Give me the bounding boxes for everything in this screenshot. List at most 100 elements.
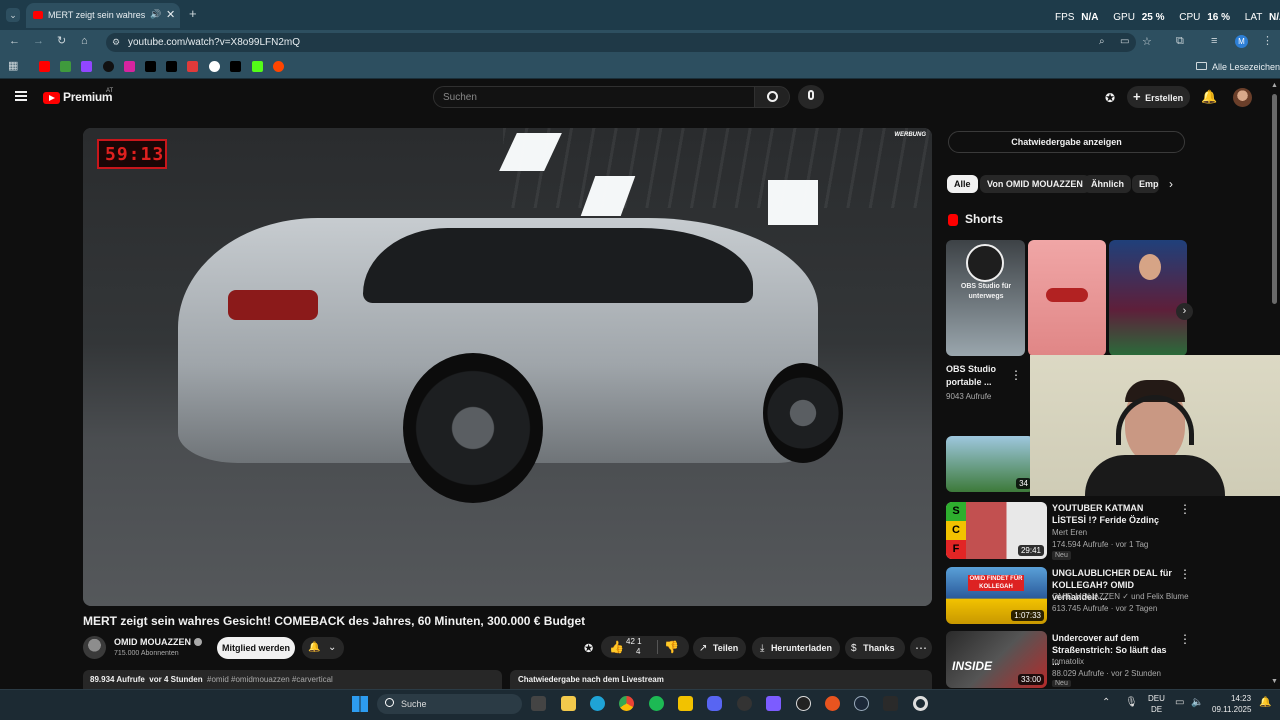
home-icon[interactable]: ⌂ [81,36,88,47]
site-info-icon[interactable]: ⚙ [112,37,120,48]
forward-icon[interactable]: → [33,36,44,47]
browser-tab[interactable]: MERT zeigt sein wahres Ge 🔊 ✕ [26,3,180,28]
file-explorer-icon[interactable] [561,696,576,711]
rec-channel[interactable]: Mert Eren [1052,528,1087,537]
zoom-icon[interactable]: ⌕ [1099,36,1105,47]
hamburger-menu-icon[interactable] [15,91,27,101]
download-button[interactable]: ⤓ Herunterladen [752,637,840,659]
dotted-bookmark-icon[interactable] [103,61,114,72]
apps-grid-icon[interactable]: ▦ [8,61,18,72]
x-bookmark-icon[interactable] [145,61,156,72]
video-thumbnail[interactable]: INSIDE 33:00 [946,631,1047,688]
rec-menu-icon[interactable]: ⋮ [1179,502,1191,516]
mic-tray-icon[interactable]: 🎙 [1125,697,1138,708]
rec-channel-name[interactable]: OMID MOUAZZEN [1052,592,1120,601]
account-avatar[interactable] [1233,88,1252,107]
speaker-icon[interactable]: 🔊 [150,9,161,20]
bookmark-icon-9[interactable] [209,61,220,72]
new-tab-icon[interactable]: + [189,7,197,20]
video-thumbnail-partial[interactable]: 34 [946,436,1034,492]
edge-icon[interactable] [590,696,605,711]
cast-icon[interactable]: ▭ [1120,36,1129,47]
tiktok-bookmark-icon[interactable] [230,61,241,72]
chip-similar[interactable]: Ähnlich [1084,175,1131,193]
app-icon-purple[interactable] [766,696,781,711]
dislike-icon[interactable]: 👎 [664,636,679,658]
short-thumbnail[interactable] [1109,240,1187,356]
notification-center-icon[interactable]: 🔔 [1259,697,1271,708]
channel-avatar[interactable] [83,636,106,659]
video-thumbnail[interactable]: S C F 29:41 [946,502,1047,559]
chat-replay-bottom-box[interactable]: Chatwiedergabe nach dem Livestream [510,670,932,689]
network-icon[interactable]: ▭ [1175,697,1184,708]
app-icon-ring[interactable] [913,696,928,711]
channel-name[interactable]: OMID MOUAZZEN [114,637,191,647]
bookmark-icon-7[interactable] [166,61,177,72]
video-player[interactable]: 59:13 WERBUNG [83,128,932,606]
task-view-icon[interactable] [531,696,546,711]
bookmark-icon-8[interactable] [187,61,198,72]
rec-channel-extra[interactable]: und Felix Blume [1131,592,1188,601]
scroll-down-icon[interactable]: ▼ [1271,678,1278,685]
rec-menu-icon[interactable]: ⋮ [1179,567,1191,581]
clock-date[interactable]: 09.11.2025 [1212,705,1251,714]
volume-icon[interactable]: 🔈 [1191,697,1203,708]
short-thumbnail[interactable] [1028,240,1106,356]
voice-search-button[interactable] [798,85,824,109]
twitch-bookmark-icon[interactable] [81,61,92,72]
chip-all[interactable]: Alle [947,175,978,193]
app-icon-orange[interactable] [825,696,840,711]
bookmark-star-icon[interactable]: ☆ [1142,35,1152,48]
page-scrollbar[interactable]: ▲ ▼ [1271,82,1278,689]
kick-bookmark-icon[interactable] [252,61,263,72]
all-bookmarks-link[interactable]: Alle Lesezeichen [1212,62,1280,72]
menu-dots-icon[interactable]: ⋮ [1262,36,1273,47]
chip-from-channel[interactable]: Von OMID MOUAZZEN [980,175,1090,193]
search-button[interactable] [754,86,790,108]
chip-recommended[interactable]: Emp [1132,175,1159,193]
shorts-next-icon[interactable]: › [1176,303,1193,320]
tray-chevron-icon[interactable]: ⌃ [1102,697,1110,708]
short-title[interactable]: OBS Studio portable ... [946,363,1001,389]
join-button[interactable]: Mitglied werden [217,637,295,659]
taskbar-search[interactable]: Suche [377,694,522,714]
spotify-icon[interactable] [649,696,664,711]
reading-list-icon[interactable]: ≡ [1211,36,1217,47]
notification-dropdown-button[interactable]: 🔔 ⌄ [302,637,344,659]
clock-time[interactable]: 14:23 [1231,694,1251,703]
video-thumbnail[interactable]: OMID FINDET FÜR KOLLEGAH 1:07:33 [946,567,1047,624]
like-icon[interactable]: 👍 [609,636,624,658]
instagram-bookmark-icon[interactable] [124,61,135,72]
notifications-bell-icon[interactable]: 🔔 [1201,89,1217,105]
hashtags[interactable]: #omid #omidmouazzen #carvertical [207,675,333,684]
chat-replay-button[interactable]: Chatwiedergabe anzeigen [948,131,1185,153]
epic-games-icon[interactable] [883,696,898,711]
address-bar[interactable]: ⚙ youtube.com/watch?v=X8o99LFN2mQ ⌕ ▭ ☆ [106,33,1152,52]
share-button[interactable]: ↗ Teilen [693,637,746,659]
chrome-icon[interactable] [619,696,634,711]
chips-next-icon[interactable]: › [1169,177,1173,191]
windows-start-icon[interactable] [352,696,368,712]
create-button[interactable]: + Erstellen [1127,86,1190,108]
rec-channel[interactable]: tomatolix [1052,657,1084,666]
short-thumbnail[interactable]: OBS Studio für unterwegs [946,240,1025,356]
steam-icon[interactable] [854,696,869,711]
rec-title[interactable]: YOUTUBER KATMAN LİSTESİ !? Feride Özdinç [1052,502,1174,526]
extensions-icon[interactable]: ⧉ [1176,36,1184,47]
scroll-thumb[interactable] [1272,94,1277,304]
obs-icon[interactable] [796,696,811,711]
reload-icon[interactable]: ↻ [57,36,66,47]
description-box[interactable]: 89.934 Aufrufe vor 4 Stunden #omid #omid… [83,670,502,689]
language-bottom[interactable]: DE [1151,705,1162,714]
tab-list-icon[interactable]: ⌄ [6,8,20,22]
profile-avatar[interactable]: M [1235,35,1248,48]
language-top[interactable]: DEU [1148,694,1165,703]
close-tab-icon[interactable]: ✕ [166,8,175,21]
bookmark-icon-2[interactable] [60,61,71,72]
premium-sparkle-icon[interactable]: ✪ [584,642,593,655]
youtube-bookmark-icon[interactable] [39,61,50,72]
rec-menu-icon[interactable]: ⋮ [1179,632,1191,646]
more-actions-button[interactable]: ⋯ [910,637,932,659]
discord-icon[interactable] [707,696,722,711]
thanks-button[interactable]: $ Thanks [845,637,905,659]
